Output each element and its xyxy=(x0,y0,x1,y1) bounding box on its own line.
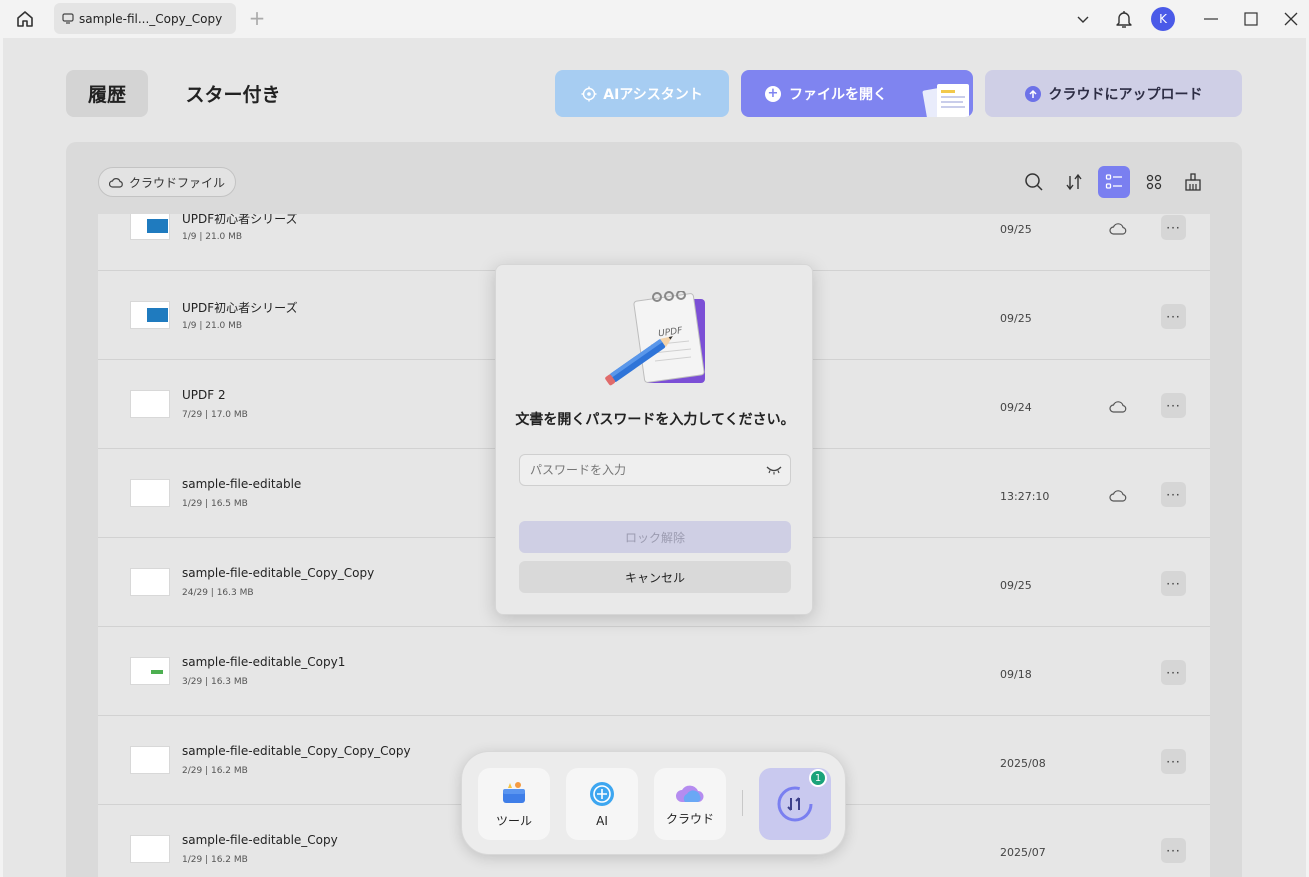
password-field[interactable] xyxy=(519,454,791,486)
ai-orb-icon xyxy=(590,782,614,806)
file-meta: 1/9 | 21.0 MB xyxy=(182,321,243,331)
tab-starred[interactable]: スター付き xyxy=(168,70,298,117)
notification-bell-icon[interactable] xyxy=(1113,0,1135,38)
more-options-button[interactable]: ··· xyxy=(1161,571,1186,596)
ai-sparkle-icon xyxy=(581,86,597,101)
file-thumbnail xyxy=(130,301,170,329)
list-view-icon[interactable] xyxy=(1098,166,1130,198)
avatar-initial: K xyxy=(1151,7,1175,31)
file-date: 09/18 xyxy=(1000,668,1032,681)
cloud-doc-icon xyxy=(62,13,74,24)
file-date: 09/25 xyxy=(1000,312,1032,325)
cancel-button[interactable]: キャンセル xyxy=(519,561,791,593)
file-date: 2025/08 xyxy=(1000,757,1046,770)
dock-cloud-label: クラウド xyxy=(665,811,714,826)
add-tab-button[interactable]: + xyxy=(248,8,266,28)
chevron-down-icon[interactable] xyxy=(1072,0,1094,38)
cloud-synced-icon xyxy=(1109,401,1127,413)
sync-progress-icon xyxy=(777,786,813,822)
maximize-icon[interactable] xyxy=(1240,0,1262,38)
document-tab[interactable]: sample-fil..._Copy_Copy xyxy=(54,3,236,34)
password-dialog: UPDF 文書を開くパスワードを入力してください。 ロック解除 キャンセル xyxy=(495,264,813,615)
more-options-button[interactable]: ··· xyxy=(1161,838,1186,863)
cloud-icon xyxy=(676,785,704,802)
dialog-title: 文書を開くパスワードを入力してください。 xyxy=(515,412,795,428)
file-row[interactable]: sample-file-editable_Copy1 3/29 | 16.3 M… xyxy=(98,627,1210,716)
ai-assistant-button[interactable]: AIアシスタント xyxy=(555,70,729,117)
file-date: 09/25 xyxy=(1000,579,1032,592)
title-bar: sample-fil..._Copy_Copy + K xyxy=(0,0,1309,38)
eye-closed-icon[interactable] xyxy=(766,465,782,475)
tab-title: sample-fil..._Copy_Copy xyxy=(79,11,223,26)
file-name: sample-file-editable_Copy_Copy_Copy xyxy=(182,744,411,758)
cloud-files-label: クラウドファイル xyxy=(129,175,226,190)
file-date: 13:27:10 xyxy=(1000,490,1050,503)
dock-ai-label: AI xyxy=(596,814,608,828)
file-date: 09/25 xyxy=(1000,223,1032,236)
cloud-icon xyxy=(109,177,123,188)
file-name: UPDF初心者シリーズ xyxy=(182,301,298,315)
dock-ai-button[interactable]: AI xyxy=(566,768,638,840)
dock-tools-button[interactable]: ツール xyxy=(478,768,550,840)
file-meta: 24/29 | 16.3 MB xyxy=(182,588,254,598)
grid-view-icon[interactable] xyxy=(1138,166,1170,198)
plus-icon: + xyxy=(765,85,781,102)
upload-arrow-icon xyxy=(1024,85,1041,102)
bottom-dock: ツール AI クラウド 1 xyxy=(461,751,846,855)
file-thumbnail xyxy=(130,214,170,240)
file-thumbnail xyxy=(130,835,170,863)
file-name: UPDF初心者シリーズ xyxy=(182,214,298,226)
sync-count-badge: 1 xyxy=(809,769,827,787)
more-options-button[interactable]: ··· xyxy=(1161,660,1186,685)
more-options-button[interactable]: ··· xyxy=(1161,304,1186,329)
dock-cloud-button[interactable]: クラウド xyxy=(654,768,726,840)
dock-tools-label: ツール xyxy=(495,813,532,828)
home-icon[interactable] xyxy=(14,8,36,30)
file-meta: 1/9 | 21.0 MB xyxy=(182,232,243,242)
file-date: 09/24 xyxy=(1000,401,1032,414)
file-name: UPDF 2 xyxy=(182,388,226,402)
more-options-button[interactable]: ··· xyxy=(1161,749,1186,774)
file-name: sample-file-editable_Copy xyxy=(182,833,338,847)
file-meta: 2/29 | 16.2 MB xyxy=(182,766,248,776)
password-input[interactable] xyxy=(520,455,750,485)
open-file-label: ファイルを開く xyxy=(789,86,887,103)
notebook-pencil-illustration-icon: UPDF xyxy=(605,291,705,386)
clean-history-icon[interactable] xyxy=(1177,166,1209,198)
file-meta: 7/29 | 17.0 MB xyxy=(182,410,248,420)
more-options-button[interactable]: ··· xyxy=(1161,393,1186,418)
file-thumbnail xyxy=(130,746,170,774)
search-icon[interactable] xyxy=(1018,166,1050,198)
file-name: sample-file-editable xyxy=(182,477,302,491)
upload-cloud-label: クラウドにアップロード xyxy=(1048,86,1203,103)
more-options-button[interactable]: ··· xyxy=(1161,482,1186,507)
toolbox-icon xyxy=(503,781,525,803)
documents-illustration-icon xyxy=(922,84,969,117)
ai-assistant-label: AIアシスタント xyxy=(603,86,703,103)
unlock-button[interactable]: ロック解除 xyxy=(519,521,791,553)
file-thumbnail xyxy=(130,568,170,596)
file-meta: 1/29 | 16.2 MB xyxy=(182,855,248,865)
file-thumbnail xyxy=(130,479,170,507)
file-meta: 1/29 | 16.5 MB xyxy=(182,499,248,509)
file-row[interactable]: UPDF初心者シリーズ 1/9 | 21.0 MB 09/25 ··· xyxy=(98,214,1210,271)
tab-history[interactable]: 履歴 xyxy=(66,70,148,117)
file-thumbnail xyxy=(130,390,170,418)
minimize-icon[interactable] xyxy=(1200,0,1222,38)
file-name: sample-file-editable_Copy1 xyxy=(182,655,346,669)
cloud-synced-icon xyxy=(1109,490,1127,502)
close-icon[interactable] xyxy=(1280,0,1302,38)
more-options-button[interactable]: ··· xyxy=(1161,215,1186,240)
file-name: sample-file-editable_Copy_Copy xyxy=(182,566,375,580)
cloud-synced-icon xyxy=(1109,223,1127,235)
account-avatar[interactable]: K xyxy=(1151,0,1175,38)
open-file-button[interactable]: + ファイルを開く xyxy=(741,70,973,117)
file-meta: 3/29 | 16.3 MB xyxy=(182,677,248,687)
sort-icon[interactable] xyxy=(1058,166,1090,198)
cloud-files-filter[interactable]: クラウドファイル xyxy=(98,167,236,197)
file-date: 2025/07 xyxy=(1000,846,1046,859)
dock-separator xyxy=(742,790,743,816)
upload-cloud-button[interactable]: クラウドにアップロード xyxy=(985,70,1242,117)
file-thumbnail xyxy=(130,657,170,685)
